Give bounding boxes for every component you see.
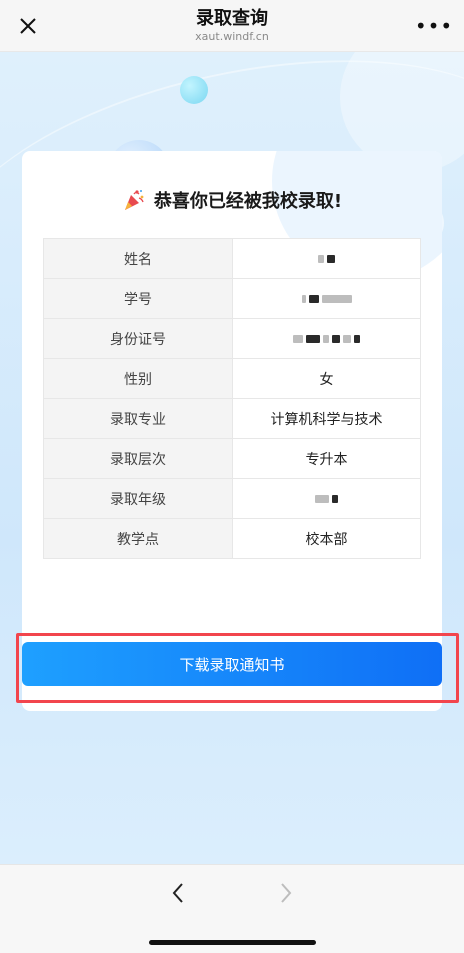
congrats-text: 恭喜你已经被我校录取! — [153, 191, 343, 212]
row-value: 女 — [232, 358, 421, 399]
table-row: 学号 — [43, 278, 421, 319]
row-label: 录取层次 — [43, 438, 233, 479]
row-value: 校本部 — [232, 518, 421, 559]
table-row: 性别女 — [43, 358, 421, 399]
more-button[interactable]: ••• — [414, 12, 454, 40]
row-label: 身份证号 — [43, 318, 233, 359]
chevron-left-icon — [172, 883, 183, 903]
table-row: 教学点 校本部 — [43, 518, 421, 559]
download-admission-letter-button[interactable]: 下载录取通知书 — [22, 642, 442, 686]
background-bubble — [180, 76, 208, 104]
top-navigation-bar: 录取查询 xaut.windf.cn ••• — [0, 0, 464, 52]
table-row: 录取层次 专升本 — [43, 438, 421, 479]
row-value: 专升本 — [232, 438, 421, 479]
chevron-right-icon — [281, 883, 292, 903]
redacted-value — [232, 478, 421, 519]
table-row: 姓名 — [43, 238, 421, 279]
page-domain: xaut.windf.cn — [195, 30, 269, 43]
forward-button[interactable] — [266, 877, 306, 909]
congrats-heading: 恭喜你已经被我校录取! — [22, 187, 442, 213]
row-value: 计算机科学与技术 — [232, 398, 421, 439]
more-icon: ••• — [414, 14, 454, 38]
row-label: 学号 — [43, 278, 233, 319]
title-wrap: 录取查询 xaut.windf.cn — [0, 8, 464, 44]
redacted-value — [232, 238, 421, 279]
redacted-value — [232, 278, 421, 319]
admission-card: 恭喜你已经被我校录取! 姓名 学号 身份证号 性别女录取专业 计算机科学与技术 录取层次专… — [22, 151, 442, 711]
row-label: 教学点 — [43, 518, 233, 559]
table-row: 录取专业 计算机科学与技术 — [43, 398, 421, 439]
page-title: 录取查询 — [196, 8, 268, 29]
party-popper-icon — [124, 190, 144, 210]
row-label: 录取专业 — [43, 398, 233, 439]
home-indicator — [149, 940, 316, 945]
redacted-value — [232, 318, 421, 359]
row-label: 性别 — [43, 358, 233, 399]
redaction-mark — [315, 494, 338, 503]
table-row: 身份证号 — [43, 318, 421, 359]
redaction-mark — [293, 334, 360, 343]
row-label: 姓名 — [43, 238, 233, 279]
bottom-toolbar — [0, 864, 464, 953]
row-label: 录取年级 — [43, 478, 233, 519]
back-button[interactable] — [158, 877, 198, 909]
redaction-mark — [318, 254, 335, 263]
redaction-mark — [301, 294, 352, 303]
table-row: 录取年级 — [43, 478, 421, 519]
admission-info-table: 姓名 学号 身份证号 性别女录取专业 计算机科学与技术 录取层次 专升本 录取年级 教学点 校本部 — [43, 238, 421, 559]
